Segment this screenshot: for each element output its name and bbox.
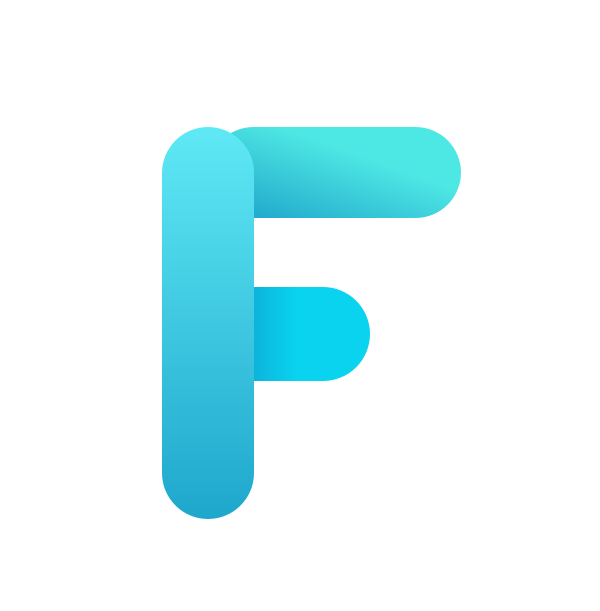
f-logo-icon <box>162 127 461 519</box>
f-stem <box>162 127 254 519</box>
logo-canvas <box>0 0 600 611</box>
